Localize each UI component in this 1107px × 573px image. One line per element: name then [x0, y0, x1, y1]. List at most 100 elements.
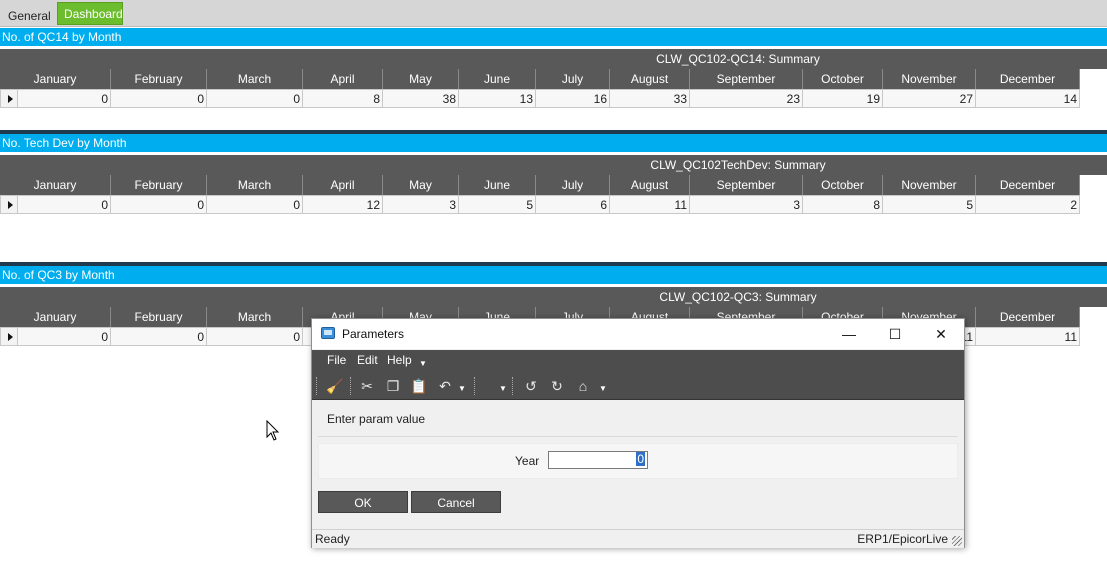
column-header[interactable]: February — [111, 69, 207, 89]
menu-bar: File Edit Help ▼ — [312, 350, 964, 372]
column-header[interactable]: June — [459, 175, 536, 195]
column-header[interactable]: December — [976, 69, 1080, 89]
column-header[interactable]: January — [0, 175, 111, 195]
grid-cell[interactable]: 0 — [111, 327, 207, 346]
year-input[interactable]: 0 — [548, 451, 648, 469]
grid-cell[interactable]: 33 — [610, 89, 690, 108]
mouse-cursor-icon — [266, 420, 280, 441]
panel-qc14: No. of QC14 by Month CLW_QC102-QC14: Sum… — [0, 28, 1107, 109]
grid-cell[interactable]: 27 — [883, 89, 976, 108]
grid-cell[interactable]: 5 — [883, 195, 976, 214]
column-header[interactable]: November — [883, 69, 976, 89]
chevron-down-icon[interactable]: ▼ — [599, 384, 607, 393]
panel-title: No. of QC3 by Month — [0, 266, 1107, 284]
grid-cell[interactable]: 12 — [303, 195, 383, 214]
column-header[interactable]: July — [536, 69, 610, 89]
column-header[interactable]: January — [0, 307, 111, 327]
toolbar-separator — [350, 377, 351, 395]
tab-dashboard[interactable]: Dashboard — [57, 2, 123, 25]
column-header[interactable]: July — [536, 175, 610, 195]
divider — [318, 436, 958, 437]
grid-cell[interactable]: 6 — [536, 195, 610, 214]
grid-cell[interactable]: 38 — [383, 89, 459, 108]
column-header[interactable]: December — [976, 307, 1080, 327]
grid-cell[interactable]: 23 — [690, 89, 803, 108]
grid-cell[interactable]: 5 — [459, 195, 536, 214]
back-icon[interactable]: ↺ — [522, 377, 540, 395]
grid-cell[interactable]: 8 — [803, 195, 883, 214]
undo-icon[interactable]: ↶ — [436, 377, 454, 395]
menu-file[interactable]: File — [327, 353, 346, 367]
column-header[interactable]: May — [383, 175, 459, 195]
cut-icon[interactable]: ✂ — [358, 377, 376, 395]
column-header[interactable]: January — [0, 69, 111, 89]
year-value[interactable]: 0 — [636, 452, 645, 466]
grid-cell[interactable]: 0 — [207, 195, 303, 214]
minimize-icon[interactable]: — — [826, 319, 872, 349]
row-selector-icon[interactable] — [0, 327, 18, 346]
grid-cell[interactable]: 0 — [18, 195, 111, 214]
column-header[interactable]: September — [690, 69, 803, 89]
tab-general[interactable]: General — [2, 5, 56, 28]
grid-cell[interactable]: 16 — [536, 89, 610, 108]
column-header[interactable]: March — [207, 69, 303, 89]
grid-cell[interactable]: 0 — [111, 195, 207, 214]
column-header[interactable]: March — [207, 175, 303, 195]
row-selector-icon[interactable] — [0, 89, 18, 108]
resize-grip-icon[interactable] — [952, 536, 962, 546]
ok-button[interactable]: OK — [318, 491, 408, 513]
grid-cell[interactable]: 2 — [976, 195, 1080, 214]
month-grid: January 0 February 0 March 0 April 12 May 3 June 5 J… — [0, 175, 1107, 215]
column-header[interactable]: March — [207, 307, 303, 327]
grid-cell[interactable]: 0 — [18, 89, 111, 108]
grid-cell[interactable]: 0 — [111, 89, 207, 108]
column-header[interactable]: November — [883, 175, 976, 195]
grid-cell[interactable]: 19 — [803, 89, 883, 108]
grid-cell[interactable]: 8 — [303, 89, 383, 108]
grid-cell[interactable]: 0 — [18, 327, 111, 346]
chevron-down-icon[interactable]: ▼ — [419, 359, 427, 368]
panel-title: No. of QC14 by Month — [0, 28, 1107, 46]
summary-header: CLW_QC102-QC14: Summary — [0, 49, 1107, 69]
column-header[interactable]: October — [803, 175, 883, 195]
column-header[interactable]: May — [383, 69, 459, 89]
menu-edit[interactable]: Edit — [357, 353, 378, 367]
forward-icon[interactable]: ↻ — [548, 377, 566, 395]
grid-cell[interactable]: 3 — [383, 195, 459, 214]
column-header[interactable]: September — [690, 175, 803, 195]
chevron-down-icon[interactable]: ▼ — [458, 384, 466, 393]
summary-header: CLW_QC102TechDev: Summary — [0, 155, 1107, 175]
chevron-down-icon[interactable]: ▼ — [499, 384, 507, 393]
grid-cell[interactable]: 0 — [207, 89, 303, 108]
status-text: Ready — [315, 532, 350, 546]
column-header[interactable]: April — [303, 69, 383, 89]
year-label: Year — [515, 454, 540, 468]
parameters-dialog: Parameters — ☐ ✕ File Edit Help ▼ 🧹 ✂ ❐ … — [311, 318, 965, 548]
grid-cell[interactable]: 3 — [690, 195, 803, 214]
grid-cell[interactable]: 11 — [976, 327, 1080, 346]
copy-icon[interactable]: ❐ — [384, 377, 402, 395]
grid-cell[interactable]: 11 — [610, 195, 690, 214]
grid-cell[interactable]: 13 — [459, 89, 536, 108]
column-header[interactable]: February — [111, 175, 207, 195]
column-header[interactable]: August — [610, 69, 690, 89]
paste-icon[interactable]: 📋 — [410, 377, 428, 395]
close-icon[interactable]: ✕ — [918, 319, 964, 349]
grid-cell[interactable]: 14 — [976, 89, 1080, 108]
panel-title: No. Tech Dev by Month — [0, 134, 1107, 152]
column-header[interactable]: February — [111, 307, 207, 327]
cancel-button[interactable]: Cancel — [411, 491, 501, 513]
column-header[interactable]: October — [803, 69, 883, 89]
home-icon[interactable]: ⌂ — [574, 377, 592, 395]
clear-icon[interactable]: 🧹 — [326, 377, 344, 395]
column-header[interactable]: August — [610, 175, 690, 195]
menu-help[interactable]: Help — [387, 353, 412, 367]
column-header[interactable]: April — [303, 175, 383, 195]
dialog-titlebar[interactable]: Parameters — ☐ ✕ — [312, 319, 964, 349]
column-header[interactable]: December — [976, 175, 1080, 195]
row-selector-icon[interactable] — [0, 195, 18, 214]
maximize-icon[interactable]: ☐ — [872, 319, 918, 349]
column-header[interactable]: June — [459, 69, 536, 89]
tab-bar: General Dashboard — [0, 0, 1107, 27]
grid-cell[interactable]: 0 — [207, 327, 303, 346]
